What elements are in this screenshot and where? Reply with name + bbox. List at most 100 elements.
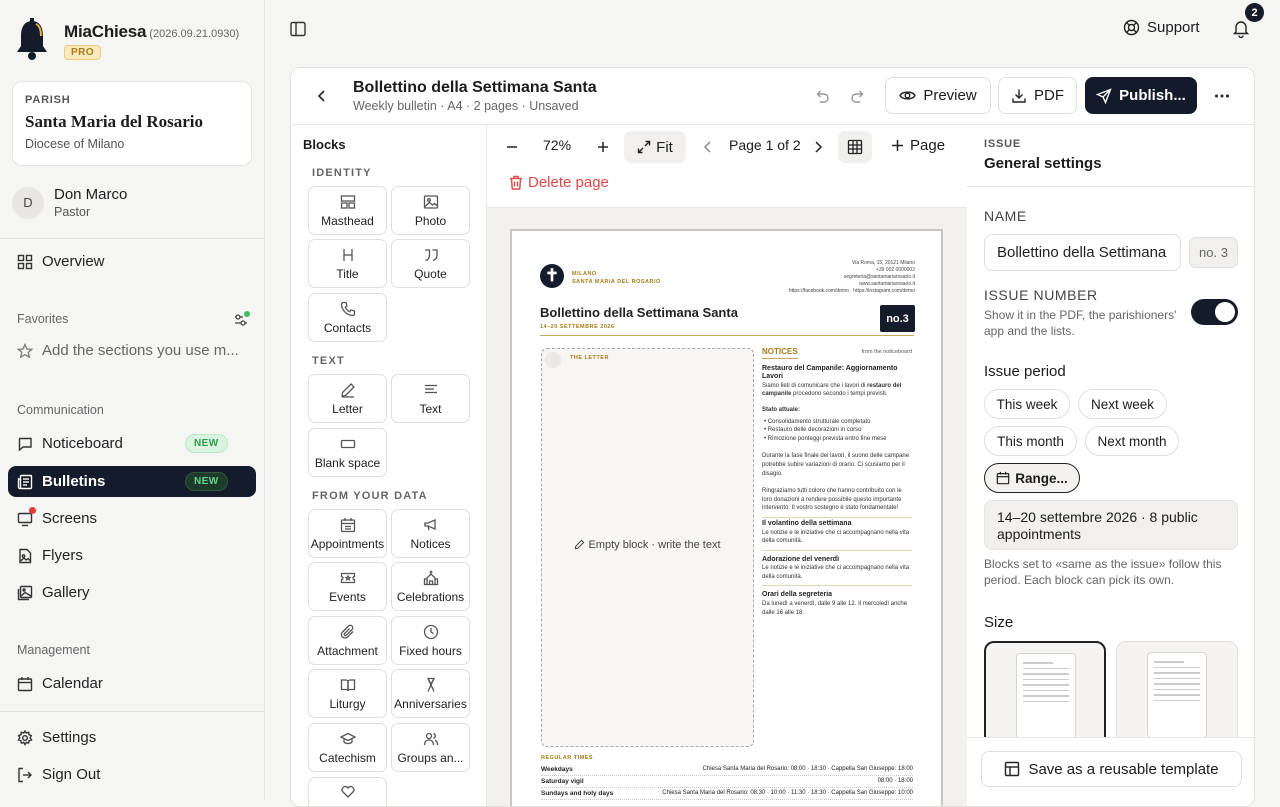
block-fixed-hours[interactable]: Fixed hours [391,616,470,665]
sidebar-item-flyers[interactable]: Flyers [8,540,256,571]
gear-icon [17,729,33,746]
name-label: NAME [984,208,1027,224]
undo-icon[interactable] [814,88,830,104]
block-label: Celebrations [396,589,465,604]
zoom-in-icon[interactable] [596,140,610,154]
communication-label: Communication [17,403,104,417]
manage-favorites-icon[interactable] [233,310,251,328]
zoom-out-icon[interactable] [505,140,519,154]
sidebar-item-gallery[interactable]: Gallery [8,577,256,608]
block-blank-space[interactable]: Blank space [308,428,387,477]
sidebar-item-settings[interactable]: Settings [8,722,256,753]
divider [0,711,264,712]
save-template-button[interactable]: Save as a reusable template [981,751,1242,787]
parish-name: Santa Maria del Rosario [25,112,204,131]
notice-text: Le notizie e le iniziative che ci accomp… [762,529,910,545]
this-month-option[interactable]: This month [984,426,1077,456]
sidebar-toggle-icon[interactable] [289,20,307,38]
contact-line: Via Roma, 15, 20121 Milano [851,260,915,266]
settings-panel: ISSUE General settings NAME no. 3 ISSUE … [967,125,1254,806]
sidebar-item-screens[interactable]: Screens [8,503,256,534]
block-celebrations[interactable]: Celebrations [391,562,470,611]
sidebar-item-sign-out[interactable]: Sign Out [8,759,256,790]
block-anniversaries[interactable]: Anniversaries [391,669,470,718]
more-options-icon[interactable] [1213,88,1231,104]
block-appointments[interactable]: Appointments [308,509,387,558]
delete-page-label: Delete page [528,174,609,191]
sidebar-item-overview[interactable]: Overview [8,246,256,277]
schedule-times: Chiesa Santa Maria del Rosario: 08:00 · … [702,766,913,772]
block-text[interactable]: Text [391,374,470,423]
block-catechism[interactable]: Catechism [308,723,387,772]
notice-text-part: procedono secondo i tempi previsti. [791,391,888,398]
block-events[interactable]: Events [308,562,387,611]
bulletin-page-preview[interactable]: ✝ MILANO SANTA MARIA DEL ROSARIO Via Rom… [510,229,943,806]
name-input[interactable] [984,234,1181,271]
issue-number-help: Show it in the PDF, the parishioners' ap… [984,308,1177,338]
fit-button[interactable]: Fit [624,131,686,163]
next-week-option[interactable]: Next week [1078,389,1167,419]
save-template-label: Save as a reusable template [1028,760,1219,778]
user-profile[interactable]: D Don Marco Pastor [12,186,127,219]
size-option-a5[interactable] [1116,641,1238,746]
notice-text: Durante la fase finale dei lavori, il su… [762,453,910,477]
delete-page-button[interactable]: Delete page [509,174,609,191]
publish-button[interactable]: Publish... [1085,77,1197,114]
block-groups[interactable]: Groups an... [391,723,470,772]
block-more[interactable] [308,777,387,806]
block-liturgy[interactable]: Liturgy [308,669,387,718]
notification-bell-icon[interactable] [1232,19,1250,38]
add-page-label: Page [910,137,946,154]
range-option[interactable]: Range... [984,463,1080,493]
issue-number-toggle[interactable] [1191,299,1238,325]
divider [762,585,912,587]
block-contacts[interactable]: Contacts [308,293,387,342]
notices-block[interactable]: NOTICES from the noticeboard Restauro de… [762,347,912,617]
support-button[interactable]: Support [1123,19,1200,36]
notice-text: Da lunedì a venerdì, dalle 9 alle 12. Il… [762,601,908,616]
redo-icon[interactable] [850,88,866,104]
notices-heading: NOTICES [762,347,798,359]
next-page-icon[interactable] [813,140,823,154]
block-label: Masthead [321,213,374,228]
block-quote[interactable]: Quote [391,239,470,288]
block-title[interactable]: Title [308,239,387,288]
regular-times-block[interactable]: REGULAR TIMES Weekdays Chiesa Santa Maria… [541,755,913,800]
plan-badge: PRO [64,45,102,60]
prev-page-icon[interactable] [703,140,713,154]
calendar-icon [996,471,1010,485]
settings-header: ISSUE General settings [967,125,1254,187]
issue-number-label: ISSUE NUMBER [984,287,1098,303]
this-week-option[interactable]: This week [984,389,1070,419]
favorites-hint[interactable]: Add the sections you use m... [17,342,239,359]
lifebuoy-icon [1123,19,1140,36]
sidebar-item-label: Flyers [42,547,83,564]
topbar: Support 2 [265,0,1280,58]
table-row: Saturday vigil 08:00 · 18:00 [541,776,913,788]
block-masthead[interactable]: Masthead [308,186,387,235]
block-letter[interactable]: Letter [308,374,387,423]
parish-card[interactable]: PARISH Santa Maria del Rosario Diocese o… [12,81,252,166]
letter-block[interactable]: THE LETTER Empty block · write the text [541,348,754,747]
block-attachment[interactable]: Attachment [308,616,387,665]
download-icon [1012,89,1026,103]
blank-rectangle-icon [340,439,355,448]
block-photo[interactable]: Photo [391,186,470,235]
block-label: Quote [414,266,447,281]
notice-text: Le notizie e le iniziative che ci accomp… [762,565,910,580]
pdf-button[interactable]: PDF [998,77,1077,114]
size-option-a4[interactable] [984,641,1106,746]
file-image-icon [19,548,32,563]
block-label: Catechism [319,750,376,765]
add-page-button[interactable]: Page [891,137,945,154]
page-grid-button[interactable] [838,131,872,163]
block-notices[interactable]: Notices [391,509,470,558]
notice-text: Siamo lieti di comunicare che i lavori d… [762,382,912,399]
sidebar-item-bulletins[interactable]: Bulletins NEW [8,466,256,497]
notice-text-part: Siamo lieti di comunicare che i lavori d… [762,382,868,389]
sidebar-item-noticeboard[interactable]: Noticeboard NEW [8,428,256,459]
preview-button[interactable]: Preview [885,77,991,114]
next-month-option[interactable]: Next month [1085,426,1179,456]
sidebar-item-calendar[interactable]: Calendar [8,668,256,699]
back-arrow-icon[interactable] [315,88,329,104]
